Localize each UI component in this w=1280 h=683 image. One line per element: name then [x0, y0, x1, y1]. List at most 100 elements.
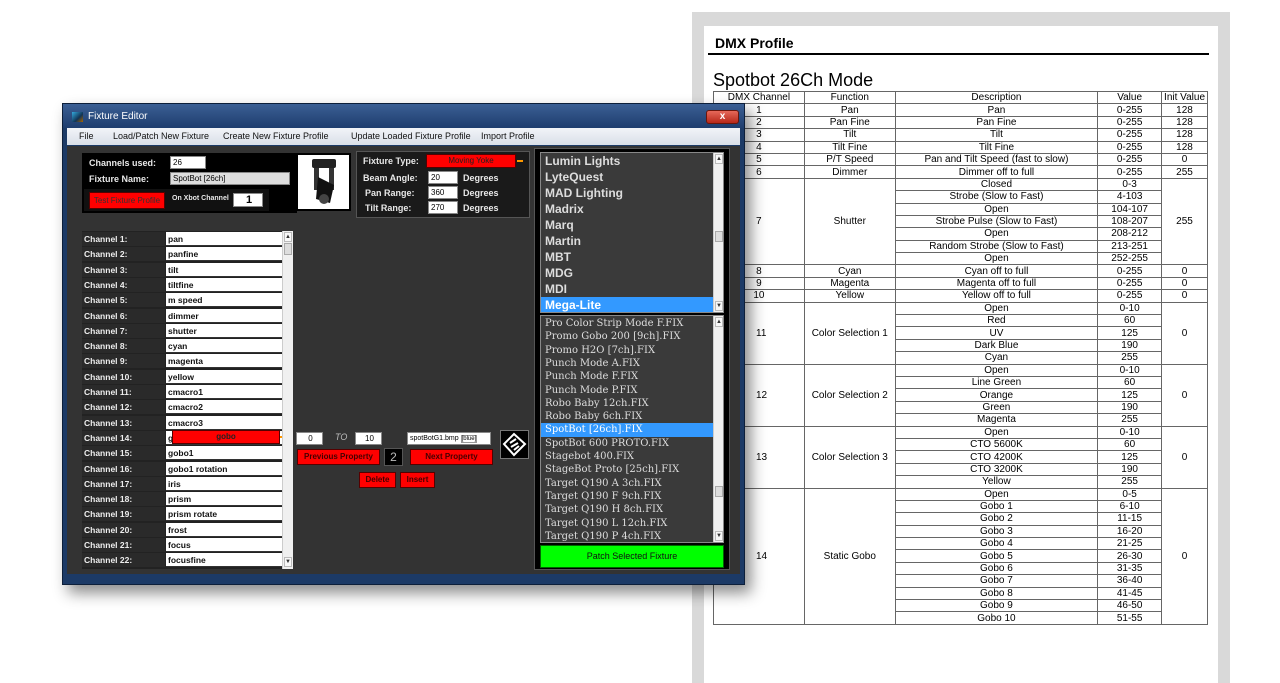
scroll-thumb[interactable] [715, 231, 723, 242]
fixture-file-item[interactable]: Punch Mode A.FIX [545, 357, 640, 370]
channel-row[interactable]: Channel 5: m speed [82, 293, 292, 308]
channel-function-input[interactable]: m speed [166, 293, 282, 308]
previous-property-button[interactable]: Previous Property [297, 449, 380, 465]
manufacturer-item[interactable]: MBT [545, 249, 571, 265]
manufacturer-item[interactable]: MAD Lighting [545, 185, 623, 201]
channel-row[interactable]: Channel 9: magenta [82, 354, 292, 369]
fixture-file-item[interactable]: Promo Gobo 200 [9ch].FIX [545, 330, 680, 343]
patch-selected-fixture-button[interactable]: Patch Selected Fixture [540, 545, 724, 568]
channel-function-input[interactable]: tiltfine [166, 277, 282, 292]
channel-row[interactable]: Channel 10: yellow [82, 369, 292, 385]
channel-function-input[interactable]: gobo1 rotation [166, 461, 282, 476]
channel-function-input[interactable]: dimmer [166, 308, 282, 323]
channel-row[interactable]: Channel 8: cyan [82, 339, 292, 354]
channel-row[interactable]: Channel 7: shutter [82, 323, 292, 339]
fixture-file-item[interactable]: Robo Baby 12ch.FIX [545, 397, 649, 410]
fixture-file-item[interactable]: Punch Mode P.FIX [545, 384, 637, 397]
scroll-thumb[interactable] [284, 243, 292, 255]
channel-function-input[interactable]: iris [166, 476, 282, 491]
menu-load-patch[interactable]: Load/Patch New Fixture [113, 131, 209, 141]
scroll-down-icon[interactable]: ▼ [284, 557, 292, 567]
menu-file[interactable]: File [79, 131, 94, 141]
channel-function-input[interactable]: cyan [166, 339, 282, 354]
channels-used-input[interactable]: 26 [170, 156, 206, 169]
channel-row[interactable]: Channel 19: prism rotate [82, 507, 292, 522]
title-bar[interactable]: Fixture Editor x [63, 104, 744, 128]
fixture-file-item[interactable]: Target Q190 H 8ch.FIX [545, 503, 663, 516]
fixture-file-item[interactable]: Stagebot 400.FIX [545, 450, 634, 463]
channel-row[interactable]: Channel 3: tilt [82, 262, 292, 278]
close-button[interactable]: x [706, 110, 739, 124]
delete-button[interactable]: Delete [359, 472, 396, 488]
channel-function-input[interactable]: cmacro1 [166, 385, 282, 399]
channel-function-input[interactable]: cmacro3 [166, 415, 282, 430]
channel-14-function-dropdown[interactable]: gobo [172, 430, 280, 444]
scroll-up-icon[interactable]: ▲ [284, 232, 292, 242]
image-file-field[interactable]: spotBotG1.bmp [blue] [407, 432, 491, 445]
manufacturer-item[interactable]: Marq [545, 217, 574, 233]
menu-import-profile[interactable]: Import Profile [481, 131, 535, 141]
channel-row[interactable]: Channel 18: prism [82, 492, 292, 507]
manufacturer-list[interactable]: Lumin Lights LyteQuest MAD Lighting Madrix M… [540, 152, 724, 313]
channel-function-input[interactable]: gobo1 [166, 446, 282, 461]
fixture-file-item[interactable]: Target Q190 A 3ch.FIX [545, 477, 662, 490]
channel-row[interactable]: Channel 20: frost [82, 522, 292, 538]
scroll-up-icon[interactable]: ▲ [715, 317, 723, 327]
channel-function-input[interactable]: prism [166, 492, 282, 507]
fixture-file-item[interactable]: SpotBot [26ch].FIX [541, 423, 713, 437]
beam-angle-input[interactable]: 20 [428, 171, 458, 184]
channel-function-input[interactable]: shutter [166, 323, 282, 338]
fixture-file-item[interactable]: Robo Baby 6ch.FIX [545, 410, 642, 423]
test-fixture-profile-button[interactable]: Test Fixture Profile [89, 192, 165, 209]
channel-row[interactable]: Channel 6: dimmer [82, 308, 292, 324]
fixture-file-list[interactable]: Pro Color Strip Mode F.FIX Promo Gobo 200… [540, 315, 724, 543]
fixture-file-item[interactable]: Target Q190 F 9ch.FIX [545, 490, 661, 503]
channel-function-input[interactable]: cmacro2 [166, 400, 282, 415]
fixture-file-item[interactable]: SpotBot 600 PROTO.FIX [545, 437, 669, 450]
channel-function-input[interactable]: prism rotate [166, 507, 282, 522]
manufacturer-item[interactable]: MDI [545, 281, 567, 297]
fixture-name-input[interactable]: SpotBot [26ch] [170, 172, 290, 185]
fixture-file-item[interactable]: Promo H2O [7ch].FIX [545, 344, 655, 357]
range-to-input[interactable]: 10 [355, 432, 382, 445]
dropdown-arrow-icon[interactable] [517, 160, 523, 162]
manufacturer-item[interactable]: Mega-Lite [541, 297, 713, 312]
channel-row[interactable]: Channel 1: pan [82, 232, 292, 247]
scroll-thumb[interactable] [715, 486, 723, 497]
channel-row[interactable]: Channel 22: focusfine [82, 553, 292, 568]
channel-function-input[interactable]: yellow [166, 369, 282, 384]
manufacturer-item[interactable]: MDG [545, 265, 573, 281]
fixture-file-item[interactable]: Target Q190 P 4ch.FIX [545, 530, 661, 542]
menu-update-profile[interactable]: Update Loaded Fixture Profile [351, 131, 471, 141]
channel-function-input[interactable]: focusfine [166, 553, 282, 568]
channel-row[interactable]: Channel 12: cmacro2 [82, 400, 292, 415]
manufacturer-item[interactable]: LyteQuest [545, 169, 603, 185]
channel-function-input[interactable]: tilt [166, 262, 282, 277]
fixture-type-dropdown[interactable]: Moving Yoke [426, 154, 516, 168]
fixture-file-item[interactable]: StageBot Proto [25ch].FIX [545, 463, 679, 476]
channel-row[interactable]: Channel 2: panfine [82, 247, 292, 262]
channel-row[interactable]: Channel 13: cmacro3 [82, 415, 292, 431]
fixture-file-scrollbar[interactable]: ▲ ▼ [713, 316, 723, 542]
channel-row[interactable]: Channel 21: focus [82, 538, 292, 553]
tilt-range-input[interactable]: 270 [428, 201, 458, 214]
pan-range-input[interactable]: 360 [428, 186, 458, 199]
channel-function-input[interactable]: magenta [166, 354, 282, 369]
channel-function-input[interactable]: panfine [166, 247, 282, 262]
channel-row[interactable]: Channel 15: gobo1 [82, 446, 292, 461]
channel-row[interactable]: Channel 16: gobo1 rotation [82, 461, 292, 477]
channel-function-input[interactable]: frost [166, 522, 282, 537]
insert-button[interactable]: Insert [400, 472, 435, 488]
fixture-file-item[interactable]: Target Q190 L 12ch.FIX [545, 517, 667, 530]
manufacturer-item[interactable]: Madrix [545, 201, 584, 217]
manufacturer-item[interactable]: Lumin Lights [545, 153, 620, 169]
scroll-up-icon[interactable]: ▲ [715, 154, 723, 164]
menu-create-profile[interactable]: Create New Fixture Profile [223, 131, 329, 141]
scroll-down-icon[interactable]: ▼ [715, 531, 723, 541]
fixture-file-item[interactable]: Punch Mode F.FIX [545, 370, 638, 383]
on-channel-input[interactable]: 1 [233, 193, 263, 207]
scroll-down-icon[interactable]: ▼ [715, 301, 723, 311]
channel-function-input[interactable]: pan [166, 232, 282, 246]
channel-row[interactable]: Channel 17: iris [82, 476, 292, 492]
channel-row[interactable]: Channel 11: cmacro1 [82, 385, 292, 400]
